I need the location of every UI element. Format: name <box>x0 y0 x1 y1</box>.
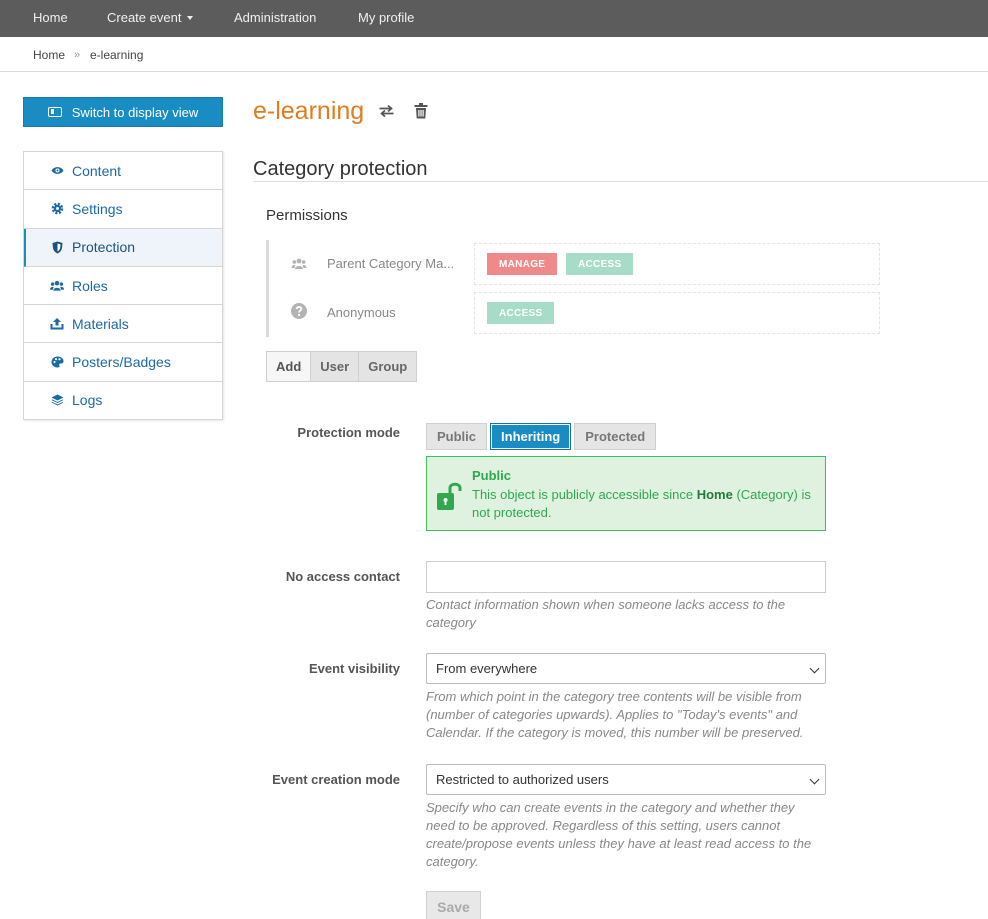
add-group-button[interactable]: Group <box>359 352 417 381</box>
no-access-contact-label: No access contact <box>285 569 400 584</box>
event-visibility-label: Event visibility <box>308 661 400 676</box>
event-creation-mode-select[interactable]: Restricted to authorized users <box>426 764 826 795</box>
event-visibility-select[interactable]: From everywhere <box>426 653 826 684</box>
public-notice-text: This object is publicly accessible since… <box>472 486 820 522</box>
trash-icon[interactable] <box>414 103 428 124</box>
menu-item-settings[interactable]: Settings <box>24 190 222 229</box>
protection-mode-public-button[interactable]: Public <box>426 423 488 450</box>
access-tag: ACCESS <box>566 253 634 275</box>
permission-row[interactable]: ACCESS <box>474 292 880 334</box>
protection-mode-selector: Public Inheriting Protected <box>426 423 659 450</box>
nav-my-profile[interactable]: My profile <box>358 10 414 25</box>
switch-button-label: Switch to display view <box>71 104 199 120</box>
top-navbar: Home Create event Administration My prof… <box>0 0 988 37</box>
stack-icon <box>50 394 64 406</box>
caret-down-icon <box>187 15 194 20</box>
breadcrumb-separator: » <box>74 49 81 61</box>
menu-item-label: Protection <box>72 239 136 256</box>
section-title: Category protection <box>253 158 428 180</box>
users-icon <box>50 280 64 291</box>
permissions-title: Permissions <box>266 207 348 224</box>
nav-administration[interactable]: Administration <box>234 10 316 25</box>
palette-icon <box>50 356 64 368</box>
manage-tag: MANAGE <box>487 253 558 275</box>
event-visibility-value: From everywhere <box>436 661 538 676</box>
protection-mode-label: Protection mode <box>297 425 400 440</box>
public-notice-title: Public <box>472 468 512 483</box>
nav-home[interactable]: Home <box>33 10 68 25</box>
notice-link-home: Home <box>696 487 733 502</box>
menu-item-label: Materials <box>72 315 129 332</box>
users-icon <box>291 256 307 272</box>
permission-principal-label: Anonymous <box>327 305 396 320</box>
no-access-contact-help: Contact information shown when someone l… <box>426 597 786 630</box>
menu-item-posters-badges[interactable]: Posters/Badges <box>24 343 222 382</box>
add-user-button[interactable]: User <box>311 352 360 381</box>
menu-item-label: Settings <box>72 200 123 217</box>
shield-icon <box>50 241 64 254</box>
permission-row[interactable]: MANAGE ACCESS <box>474 243 880 285</box>
gear-icon <box>50 202 64 215</box>
protection-mode-protected-button[interactable]: Protected <box>574 423 657 450</box>
add-label: Add <box>267 352 312 381</box>
switch-to-display-view-button[interactable]: Switch to display view <box>23 97 223 127</box>
display-view-icon <box>47 107 62 117</box>
page-title: e-learning <box>253 97 365 125</box>
nav-create-event-label: Create event <box>107 10 182 25</box>
section-divider <box>253 181 988 182</box>
chevron-down-icon <box>809 663 820 674</box>
menu-item-logs[interactable]: Logs <box>24 381 222 421</box>
access-tag: ACCESS <box>487 302 555 324</box>
nav-create-event[interactable]: Create event <box>107 10 194 25</box>
event-creation-mode-value: Restricted to authorized users <box>436 772 609 787</box>
protection-mode-inheriting-button[interactable]: Inheriting <box>490 423 572 450</box>
upload-icon <box>50 317 64 330</box>
menu-item-label: Logs <box>72 392 103 409</box>
menu-item-roles[interactable]: Roles <box>24 266 222 306</box>
public-notice: Public This object is publicly accessibl… <box>426 456 826 531</box>
eye-icon <box>50 166 64 175</box>
question-circle-icon <box>291 303 307 322</box>
chevron-down-icon <box>809 774 820 785</box>
breadcrumb: Home » e-learning <box>0 37 988 72</box>
menu-item-label: Posters/Badges <box>72 354 171 371</box>
breadcrumb-home[interactable]: Home <box>33 48 65 62</box>
menu-item-protection[interactable]: Protection <box>24 228 222 267</box>
breadcrumb-current: e-learning <box>90 48 144 62</box>
menu-item-label: Roles <box>72 277 108 294</box>
permissions-bar <box>266 240 269 337</box>
menu-item-content[interactable]: Content <box>24 152 222 191</box>
event-creation-mode-help: Specify who can create events in the cat… <box>426 800 812 869</box>
add-principal-button-group: Add User Group <box>266 351 418 382</box>
event-creation-mode-label: Event creation mode <box>272 772 400 787</box>
notice-text-before: This object is publicly accessible since <box>472 487 697 502</box>
event-visibility-help: From which point in the category tree co… <box>426 689 804 740</box>
side-menu: Content Settings Protection Roles Materi… <box>23 151 223 421</box>
no-access-contact-input[interactable] <box>426 561 826 593</box>
move-arrows-icon[interactable] <box>379 103 394 123</box>
permission-principal-label: Parent Category Ma... <box>327 256 455 271</box>
unlock-icon <box>436 481 464 511</box>
menu-item-label: Content <box>72 162 122 179</box>
menu-item-materials[interactable]: Materials <box>24 305 222 344</box>
save-button[interactable]: Save <box>426 891 481 919</box>
